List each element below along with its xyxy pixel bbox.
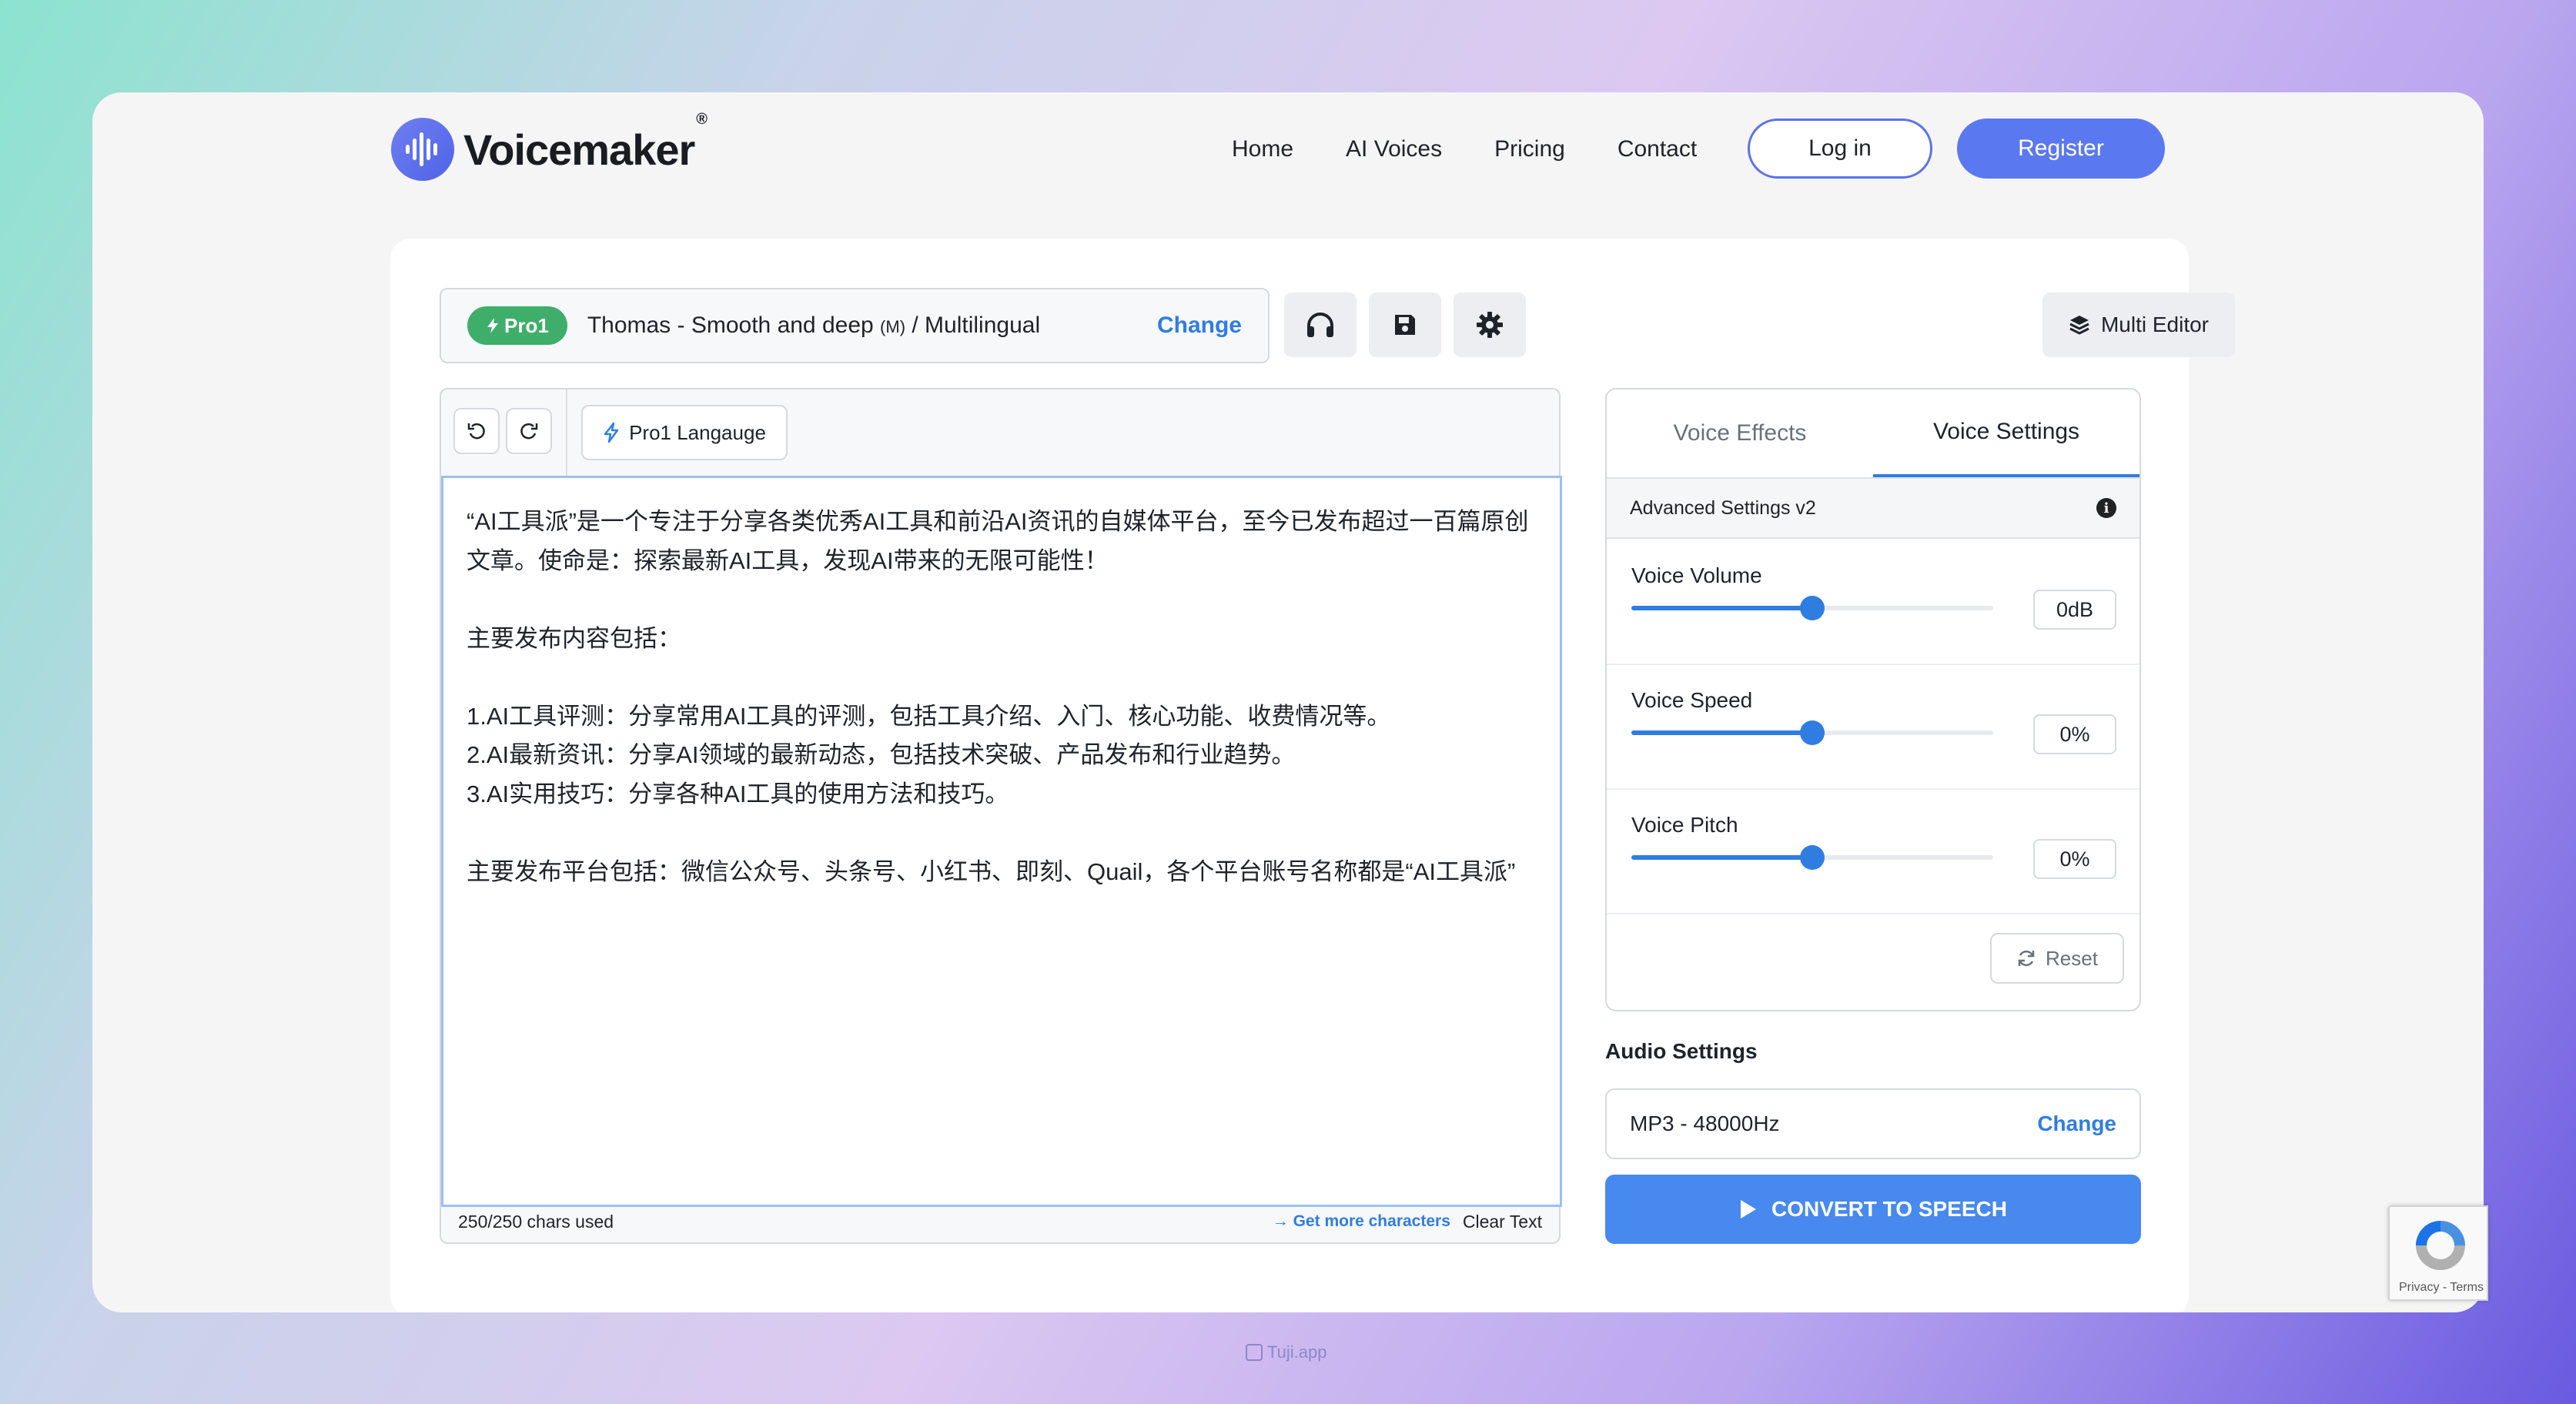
voice-pitch-slider[interactable]: [1631, 845, 1993, 870]
voice-pitch-value[interactable]: 0%: [2033, 839, 2116, 879]
convert-label: CONVERT TO SPEECH: [1771, 1197, 2007, 1221]
voice-pitch-row: Voice Pitch 0%: [1607, 790, 2139, 914]
clear-text-button[interactable]: Clear Text: [1463, 1212, 1542, 1232]
multi-editor-label: Multi Editor: [2100, 313, 2210, 336]
nav-home[interactable]: Home: [1232, 136, 1293, 162]
convert-to-speech-button[interactable]: CONVERT TO SPEECH: [1605, 1175, 2141, 1244]
audio-format-selector: MP3 - 48000Hz Change: [1605, 1088, 2141, 1159]
toolbar-divider: [566, 389, 567, 476]
text-input-area[interactable]: “AI工具派”是一个专注于分享各类优秀AI工具和前沿AI资讯的自媒体平台，至今已…: [441, 476, 1562, 1207]
watermark: Tuji.app: [1246, 1342, 1326, 1362]
voice-name: Thomas - Smooth and deep (M) / Multiling…: [587, 313, 1041, 338]
voice-volume-fill: [1631, 606, 1812, 610]
voice-speed-value[interactable]: 0%: [2033, 714, 2116, 754]
voice-volume-slider[interactable]: [1631, 596, 1993, 620]
voice-speed-fill: [1631, 730, 1812, 735]
voice-speed-slider[interactable]: [1631, 720, 1993, 745]
pro-language-label: Pro1 Langauge: [629, 420, 766, 444]
waveform-icon: [391, 118, 454, 181]
brand-name: Voicemaker®: [463, 110, 708, 174]
audio-settings-label: Audio Settings: [1605, 1039, 1758, 1063]
advanced-settings-header: Advanced Settings v2 i: [1607, 477, 2139, 539]
reset-button[interactable]: Reset: [1990, 933, 2124, 984]
login-button[interactable]: Log in: [1748, 119, 1932, 179]
voice-speed-label: Voice Speed: [1631, 688, 1753, 712]
multi-editor-button[interactable]: Multi Editor: [2042, 292, 2235, 357]
voice-pitch-fill: [1631, 855, 1812, 860]
settings-panel: Voice Effects Voice Settings Advanced Se…: [1605, 388, 2141, 1011]
voice-pitch-thumb[interactable]: [1800, 845, 1825, 870]
undo-button[interactable]: [453, 408, 500, 454]
nav-pricing[interactable]: Pricing: [1494, 136, 1565, 162]
voice-volume-value[interactable]: 0dB: [2033, 590, 2116, 630]
nav-ai-voices[interactable]: AI Voices: [1346, 136, 1442, 162]
pro-badge-label: Pro1: [504, 313, 549, 337]
register-button[interactable]: Register: [1957, 119, 2165, 179]
recaptcha-icon: [2416, 1221, 2465, 1270]
preview-voice-button[interactable]: [1284, 292, 1357, 357]
audio-format-value: MP3 - 48000Hz: [1630, 1112, 1780, 1135]
settings-tabs: Voice Effects Voice Settings: [1607, 389, 2139, 477]
tts-card: Pro1 Thomas - Smooth and deep (M) / Mult…: [390, 239, 2235, 1312]
save-icon: [1395, 315, 1415, 335]
logo[interactable]: Voicemaker®: [391, 110, 708, 182]
app-window: Voicemaker® Home AI Voices Pricing Conta…: [92, 92, 2484, 1312]
voice-volume-row: Voice Volume 0dB: [1607, 540, 2139, 665]
pro-badge: Pro1: [467, 306, 567, 345]
recaptcha-badge[interactable]: Privacy - Terms: [2388, 1205, 2488, 1301]
editor-footer: 250/250 chars used → Get more characters…: [458, 1210, 1542, 1233]
tab-voice-effects[interactable]: Voice Effects: [1607, 389, 1873, 477]
refresh-icon: [2018, 950, 2035, 967]
voice-selector[interactable]: Pro1 Thomas - Smooth and deep (M) / Mult…: [440, 288, 1270, 363]
get-more-characters-link[interactable]: → Get more characters: [1273, 1212, 1450, 1231]
info-icon[interactable]: i: [2096, 498, 2116, 518]
tab-voice-settings[interactable]: Voice Settings: [1873, 389, 2139, 477]
settings-button[interactable]: [1454, 292, 1526, 357]
watermark-text: Tuji.app: [1267, 1342, 1327, 1362]
voice-speed-row: Voice Speed 0%: [1607, 665, 2139, 790]
main-nav: Home AI Voices Pricing Contact: [1232, 119, 1749, 180]
change-audio-format-link[interactable]: Change: [2037, 1112, 2116, 1136]
change-voice-link[interactable]: Change: [1157, 313, 1242, 339]
nav-contact[interactable]: Contact: [1618, 136, 1697, 162]
voice-volume-label: Voice Volume: [1631, 563, 1762, 587]
gear-icon: [1477, 312, 1503, 338]
pro-language-button[interactable]: Pro1 Langauge: [581, 405, 788, 460]
layers-icon: [2069, 316, 2089, 335]
voice-volume-thumb[interactable]: [1800, 596, 1825, 620]
reset-label: Reset: [2046, 946, 2098, 970]
redo-button[interactable]: [506, 408, 552, 454]
bolt-icon: [604, 422, 619, 443]
watermark-icon: [1246, 1344, 1263, 1361]
text-editor: Pro1 Langauge “AI工具派”是一个专注于分享各类优秀AI工具和前沿…: [440, 388, 1562, 1244]
undo-icon: [467, 423, 485, 440]
voice-pitch-label: Voice Pitch: [1631, 813, 1738, 837]
voice-speed-thumb[interactable]: [1800, 720, 1825, 745]
headphones-icon: [1307, 313, 1333, 337]
chars-used: 250/250 chars used: [458, 1211, 614, 1232]
bolt-icon: [487, 318, 498, 333]
redo-icon: [520, 423, 538, 440]
play-icon: [1741, 1200, 1756, 1218]
advanced-settings-label: Advanced Settings v2: [1630, 496, 1816, 519]
save-button[interactable]: [1369, 292, 1441, 357]
editor-toolbar: Pro1 Langauge: [441, 389, 1559, 476]
recaptcha-links[interactable]: Privacy - Terms: [2399, 1281, 2484, 1295]
